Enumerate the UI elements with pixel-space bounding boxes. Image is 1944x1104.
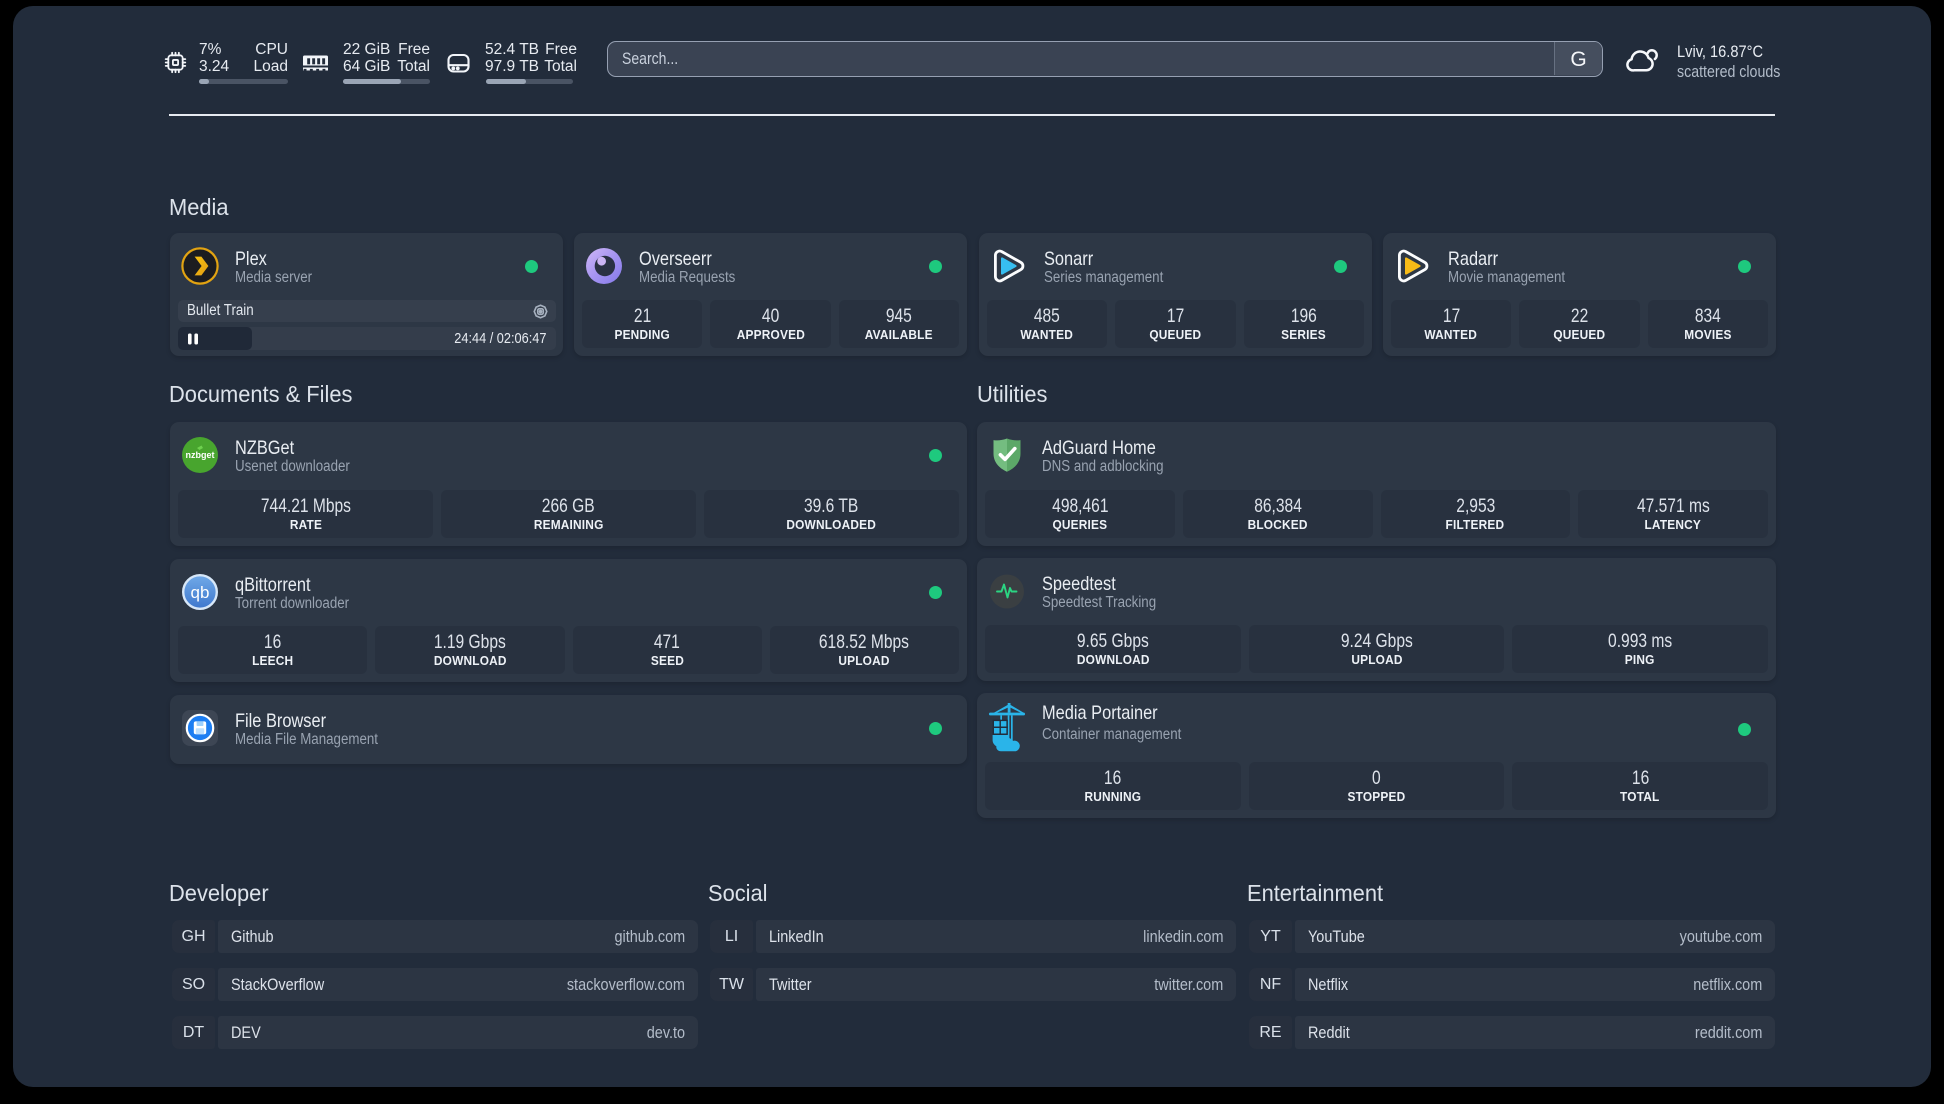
svg-text:qb: qb [191,583,210,602]
svg-text:nzbget: nzbget [186,450,215,460]
